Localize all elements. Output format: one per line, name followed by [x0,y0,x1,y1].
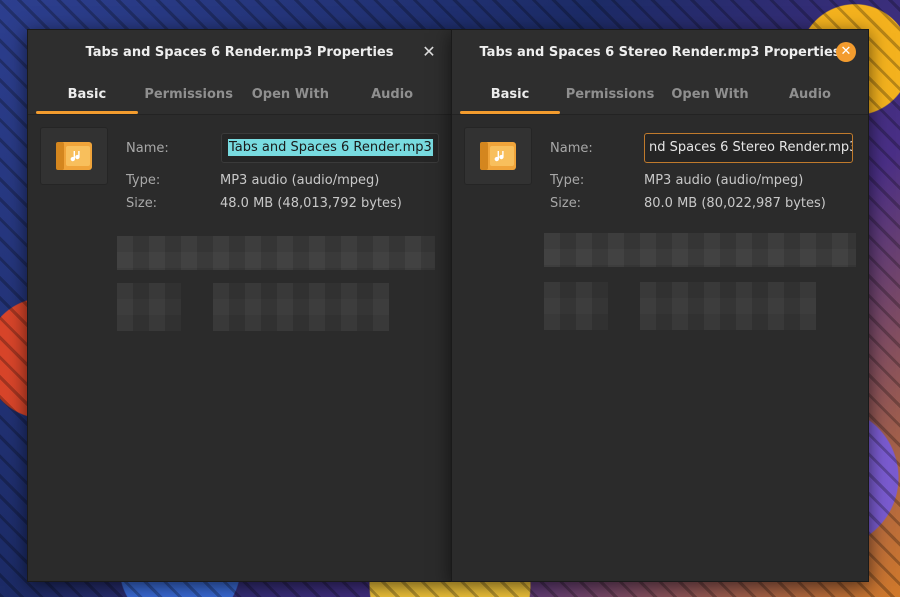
redacted-value-block [640,282,816,330]
name-label: Name: [126,141,169,156]
type-label: Type: [126,173,161,188]
size-label: Size: [126,196,158,211]
name-field[interactable]: nd Spaces 6 Stereo Render.mp3 [644,133,853,163]
tab-open-with[interactable]: Open With [660,74,760,114]
size-label: Size: [550,196,582,211]
titlebar[interactable]: Tabs and Spaces 6 Render.mp3 Properties … [28,30,451,74]
properties-window-stereo-render: Tabs and Spaces 6 Stereo Render.mp3 Prop… [451,29,869,582]
close-icon[interactable]: ✕ [836,42,856,62]
redacted-info-block [117,236,435,270]
titlebar[interactable]: Tabs and Spaces 6 Stereo Render.mp3 Prop… [452,30,868,74]
file-icon-box [464,127,532,185]
properties-window-render: Tabs and Spaces 6 Render.mp3 Properties … [27,29,452,582]
close-icon[interactable]: ✕ [421,44,437,60]
basic-panel: Name: nd Spaces 6 Stereo Render.mp3 Type… [452,115,868,581]
file-icon-box [40,127,108,185]
name-label: Name: [550,141,593,156]
tab-basic[interactable]: Basic [460,74,560,114]
tab-permissions[interactable]: Permissions [560,74,660,114]
name-field-text: nd Spaces 6 Stereo Render.mp3 [649,140,853,155]
tab-audio[interactable]: Audio [341,74,443,114]
audio-file-icon [480,142,516,170]
redacted-info-block [544,233,856,267]
tab-basic[interactable]: Basic [36,74,138,114]
window-title: Tabs and Spaces 6 Stereo Render.mp3 Prop… [479,44,841,60]
type-label: Type: [550,173,585,188]
window-title: Tabs and Spaces 6 Render.mp3 Properties [85,44,394,60]
size-value: 80.0 MB (80,022,987 bytes) [644,196,826,211]
basic-panel: Name: Tabs and Spaces 6 Render.mp3 Type:… [28,115,451,581]
name-field[interactable]: Tabs and Spaces 6 Render.mp3 [221,133,439,163]
tab-open-with[interactable]: Open With [240,74,342,114]
type-value: MP3 audio (audio/mpeg) [220,173,380,188]
redacted-label-block [544,282,608,330]
tab-bar: Basic Permissions Open With Audio [452,74,868,115]
name-field-selection: Tabs and Spaces 6 Render.mp3 [228,139,433,156]
type-value: MP3 audio (audio/mpeg) [644,173,804,188]
audio-file-icon [56,142,92,170]
redacted-label-block [117,283,181,331]
redacted-value-block [213,283,389,331]
tab-audio[interactable]: Audio [760,74,860,114]
tab-permissions[interactable]: Permissions [138,74,240,114]
tab-bar: Basic Permissions Open With Audio [28,74,451,115]
size-value: 48.0 MB (48,013,792 bytes) [220,196,402,211]
